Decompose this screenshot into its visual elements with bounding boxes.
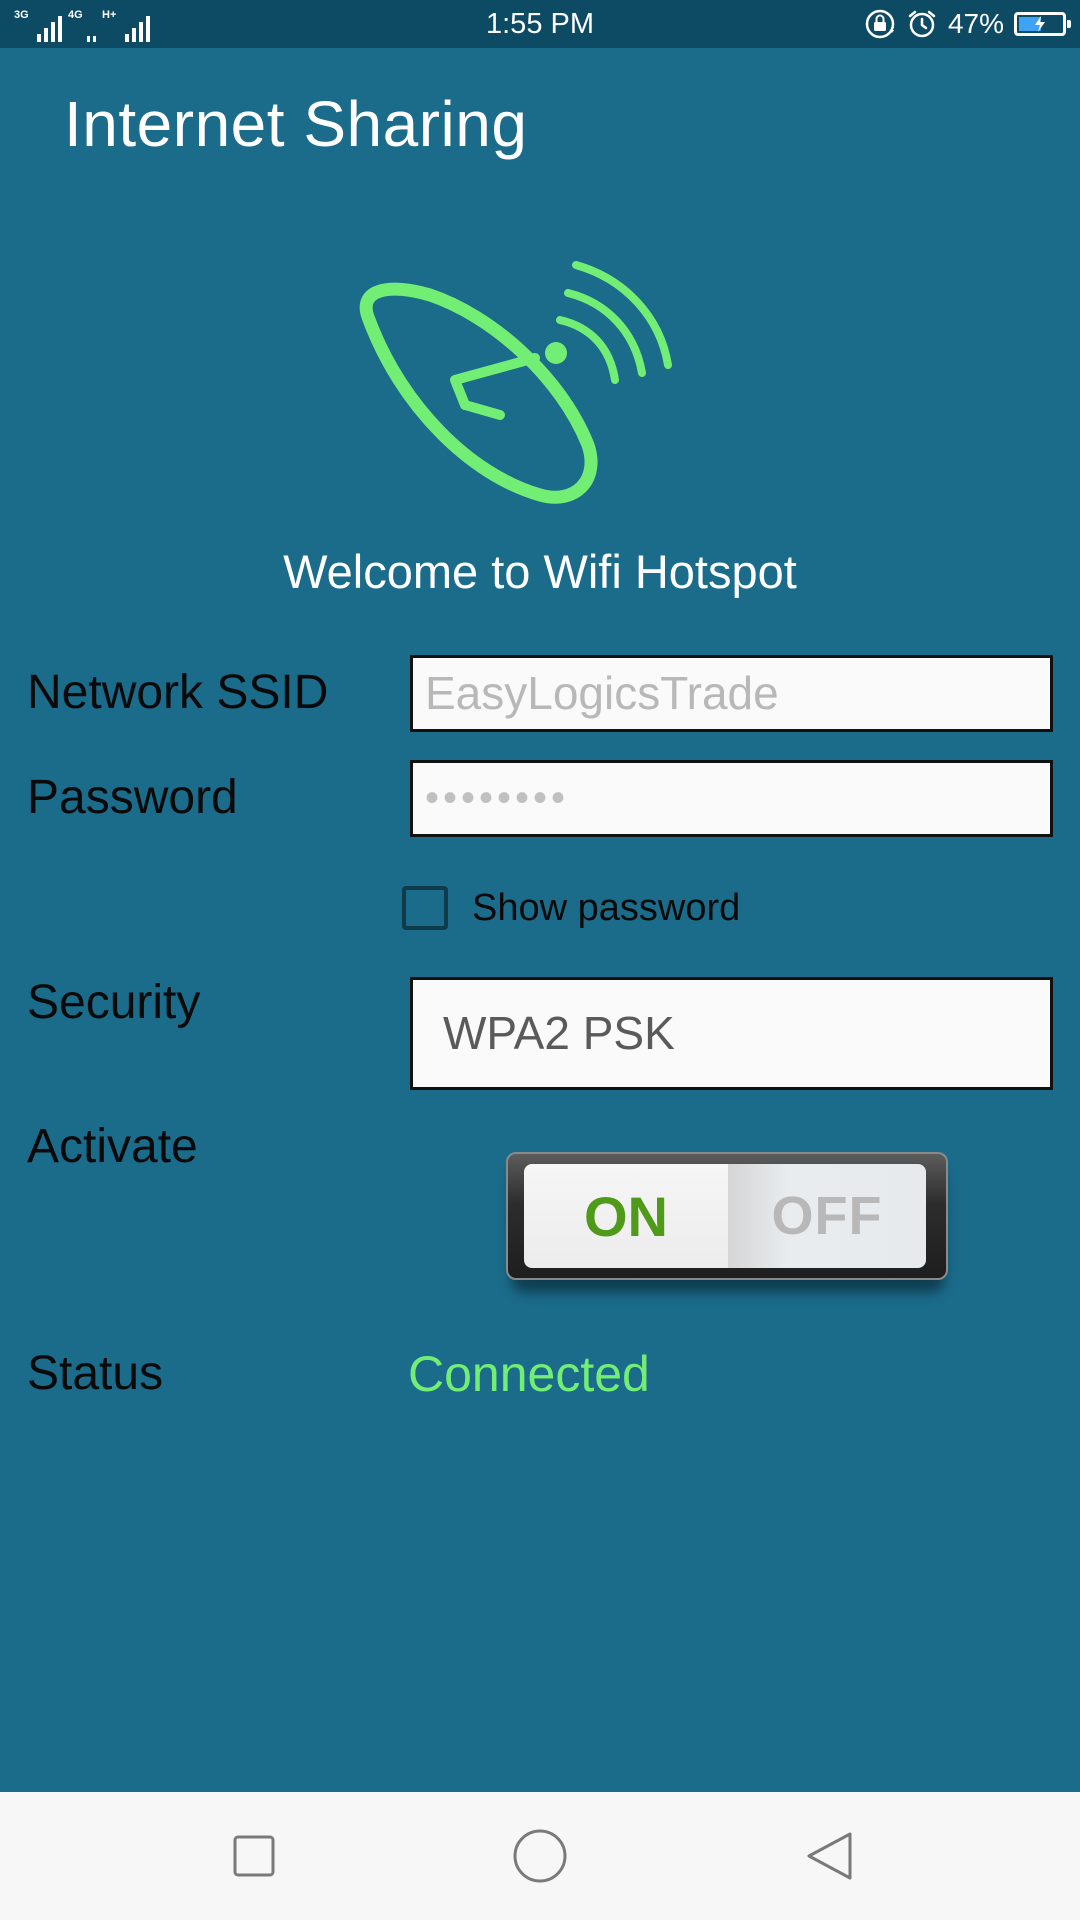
alarm-icon xyxy=(908,10,936,38)
back-triangle-icon[interactable] xyxy=(795,1820,867,1892)
password-label: Password xyxy=(27,771,238,824)
show-password-checkbox[interactable] xyxy=(402,886,448,930)
navigation-bar xyxy=(0,1792,1080,1920)
security-select[interactable]: WPA2 PSK xyxy=(410,977,1053,1090)
page-title: Internet Sharing xyxy=(64,88,528,160)
show-password-row[interactable]: Show password xyxy=(402,884,740,932)
battery-percent: 47% xyxy=(947,8,1004,39)
welcome-text: Welcome to Wifi Hotspot xyxy=(283,545,797,598)
satellite-dish-icon xyxy=(359,261,672,504)
password-value: •••••••• xyxy=(425,776,570,820)
activate-label: Activate xyxy=(27,1120,198,1173)
password-input[interactable]: •••••••• xyxy=(410,760,1053,837)
status-icons: 47% xyxy=(864,6,1071,42)
toggle-on-segment[interactable]: ON xyxy=(524,1164,728,1268)
toggle-off-segment[interactable]: OFF xyxy=(728,1164,926,1268)
show-password-label[interactable]: Show password xyxy=(472,887,740,930)
rotation-lock-icon xyxy=(865,9,895,39)
battery-charging-icon xyxy=(1014,12,1071,36)
connection-status: Connected xyxy=(408,1346,650,1402)
ssid-placeholder: EasyLogicsTrade xyxy=(425,667,779,719)
ssid-label: Network SSID xyxy=(27,666,329,719)
security-value: WPA2 PSK xyxy=(443,1007,675,1059)
ssid-input[interactable]: EasyLogicsTrade xyxy=(410,655,1053,732)
recents-square-icon[interactable] xyxy=(218,1820,290,1892)
home-circle-icon[interactable] xyxy=(504,1820,576,1892)
security-label: Security xyxy=(27,976,201,1029)
status-label: Status xyxy=(27,1347,164,1400)
activate-toggle[interactable]: ON OFF xyxy=(506,1152,948,1292)
status-bar: 3G 4G H+ 1:55 PM 47% xyxy=(0,0,1080,48)
